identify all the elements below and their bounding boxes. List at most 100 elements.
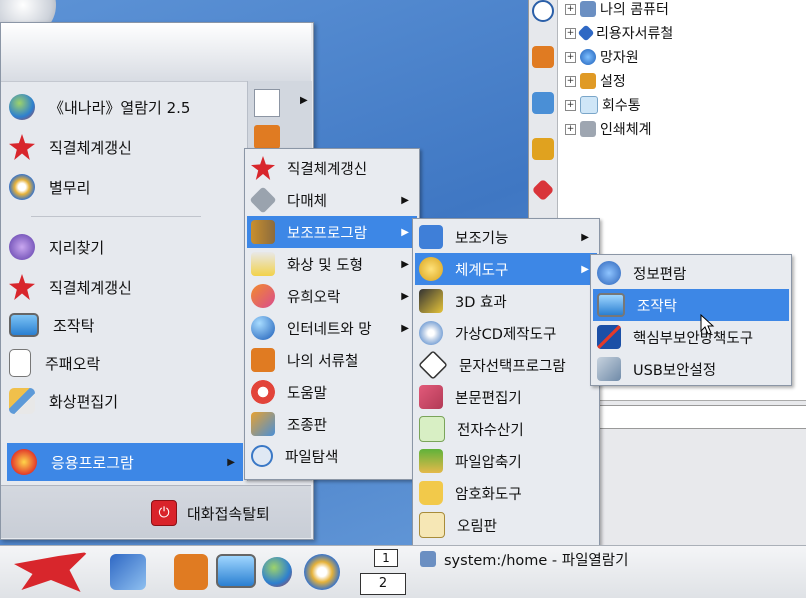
start-item-music[interactable]: 별무리	[9, 169, 245, 205]
tree-item-settings[interactable]: + 설정	[565, 70, 626, 92]
menu-label: 유희오락	[287, 289, 341, 306]
workspace-2-button[interactable]: 2	[360, 573, 406, 595]
network-icon[interactable]	[532, 92, 554, 114]
start-item-map[interactable]: 지리찾기	[9, 229, 245, 265]
applications-menu: 직결체계갱신 다매체 ▶ 보조프로그람 ▶ 화상 및 도형 ▶ 유희오락 ▶ 인…	[244, 148, 420, 480]
desktop-editor-icon[interactable]	[110, 554, 146, 590]
apps-item-multimedia[interactable]: 다매체 ▶	[247, 184, 417, 216]
logout-button[interactable]: ⏻ 대화접속탈퇴	[151, 499, 270, 527]
acc-item-char-select[interactable]: 문자선택프로그람	[415, 349, 597, 381]
acc-item-system-tools[interactable]: 체계도구 ▶	[415, 253, 597, 285]
start-item-browser[interactable]: 《내나라》열람기 2.5	[9, 89, 245, 125]
start-item-update[interactable]: 직결체계갱신	[9, 129, 245, 165]
menu-label: 전자수산기	[457, 422, 524, 439]
taskbar: 1 2 system:/home - 파일열람기	[0, 545, 806, 598]
tree-item-user-folder[interactable]: + 리용자서류철	[565, 22, 673, 44]
usb-icon	[597, 357, 621, 381]
control-panel-icon	[251, 412, 275, 436]
apps-item-my-documents[interactable]: 나의 서류철	[247, 344, 417, 376]
start-item-terminal[interactable]: 조작탁	[9, 307, 245, 343]
folder-icon[interactable]	[532, 46, 554, 68]
start-item-applications[interactable]: 응용프로그람 ▶	[7, 443, 243, 481]
chevron-right-icon: ▶	[401, 226, 409, 238]
system-tools-menu: 정보편람 조작탁 핵심부보안방책도구 USB보안설정	[590, 254, 792, 386]
tree-item-printers[interactable]: + 인쇄체계	[565, 118, 652, 140]
expand-icon[interactable]: +	[565, 3, 576, 15]
chevron-right-icon: ▶	[300, 95, 308, 106]
sys-item-info[interactable]: 정보편람	[593, 257, 789, 289]
menu-label: 문자선택프로그람	[459, 358, 566, 375]
acc-item-clipboard[interactable]: 오림판	[415, 509, 597, 541]
apps-item-file-search[interactable]: 파일탐색	[247, 440, 417, 472]
acc-item-encryption[interactable]: 암호화도구	[415, 477, 597, 509]
tree-label: 인쇄체계	[600, 122, 652, 138]
sys-item-kernel-security[interactable]: 핵심부보안방책도구	[593, 321, 789, 353]
compass-icon	[9, 234, 35, 260]
tree-label: 나의 콤퓨터	[600, 2, 669, 18]
expand-icon[interactable]: +	[565, 51, 576, 63]
lifebuoy-icon	[251, 380, 275, 404]
start-item-label: 조작탁	[53, 316, 95, 335]
music-disc-icon	[9, 174, 35, 200]
accessibility-icon	[419, 225, 443, 249]
monitor-icon	[9, 313, 39, 337]
apps-item-control-panel[interactable]: 조종판	[247, 408, 417, 440]
globe-icon[interactable]	[262, 557, 292, 587]
start-item-label: 직결체계갱신	[49, 278, 132, 297]
monitor-icon	[597, 293, 625, 317]
red-star-icon	[9, 134, 35, 160]
acc-item-calculator[interactable]: 전자수산기	[415, 413, 597, 445]
tree-item-network[interactable]: + 망자원	[565, 46, 639, 68]
monitor-icon[interactable]	[216, 554, 256, 588]
document-icon[interactable]	[254, 89, 280, 117]
menu-label: 직결체계갱신	[287, 161, 368, 178]
folder-icon	[251, 348, 275, 372]
calculator-icon	[419, 416, 445, 442]
acc-item-virtual-cd[interactable]: 가상CD제작도구	[415, 317, 597, 349]
acc-item-compressor[interactable]: 파일압축기	[415, 445, 597, 477]
tree-item-my-computer[interactable]: + 나의 콤퓨터	[565, 0, 669, 20]
expand-icon[interactable]: +	[565, 123, 576, 135]
acc-item-text-editor[interactable]: 본문편집기	[415, 381, 597, 413]
start-button-red-star-icon[interactable]	[14, 552, 88, 592]
apps-item-update[interactable]: 직결체계갱신	[247, 152, 417, 184]
workspace-1-button[interactable]: 1	[374, 549, 398, 567]
apps-item-accessories[interactable]: 보조프로그람 ▶	[247, 216, 417, 248]
menu-label: 보조기능	[455, 230, 509, 247]
apps-item-help[interactable]: 도움말	[247, 376, 417, 408]
start-item-cards[interactable]: 주패오락	[9, 345, 245, 381]
apps-item-graphics[interactable]: 화상 및 도형 ▶	[247, 248, 417, 280]
music-disc-icon[interactable]	[304, 554, 340, 590]
acc-item-accessibility[interactable]: 보조기능 ▶	[415, 221, 597, 253]
apps-item-internet[interactable]: 인터네트와 망 ▶	[247, 312, 417, 344]
start-item-image-editor[interactable]: 화상편집기	[9, 383, 245, 419]
menu-label: 본문편집기	[455, 390, 522, 407]
red-star-icon	[9, 274, 35, 300]
acc-item-3d-effect[interactable]: 3D 효과	[415, 285, 597, 317]
start-item-update-2[interactable]: 직결체계갱신	[9, 269, 245, 305]
chevron-right-icon: ▶	[581, 231, 589, 243]
sys-item-usb-security[interactable]: USB보안설정	[593, 353, 789, 385]
start-item-label: 별무리	[49, 178, 91, 197]
games-icon	[251, 284, 275, 308]
sys-item-terminal[interactable]: 조작탁	[593, 289, 789, 321]
printer-icon	[580, 121, 596, 137]
cd-icon	[419, 321, 443, 345]
folder-icon[interactable]	[174, 554, 208, 590]
text-editor-icon	[419, 385, 443, 409]
character-map-icon	[418, 350, 448, 380]
folder-icon[interactable]	[254, 125, 280, 149]
settings-icon[interactable]	[532, 138, 554, 160]
expand-icon[interactable]: +	[565, 27, 576, 39]
apps-item-games[interactable]: 유희오락 ▶	[247, 280, 417, 312]
file-manager-icon	[420, 551, 436, 567]
tree-item-trash[interactable]: + 회수통	[565, 94, 641, 116]
history-icon[interactable]	[532, 0, 554, 22]
bookmark-icon[interactable]	[531, 178, 555, 202]
taskbar-task-file-manager[interactable]: system:/home - 파일열람기	[420, 548, 628, 570]
start-item-label: 화상편집기	[49, 392, 119, 411]
menu-label: 조작탁	[637, 298, 678, 315]
start-item-label: 지리찾기	[49, 238, 105, 257]
expand-icon[interactable]: +	[565, 99, 576, 111]
expand-icon[interactable]: +	[565, 75, 576, 87]
